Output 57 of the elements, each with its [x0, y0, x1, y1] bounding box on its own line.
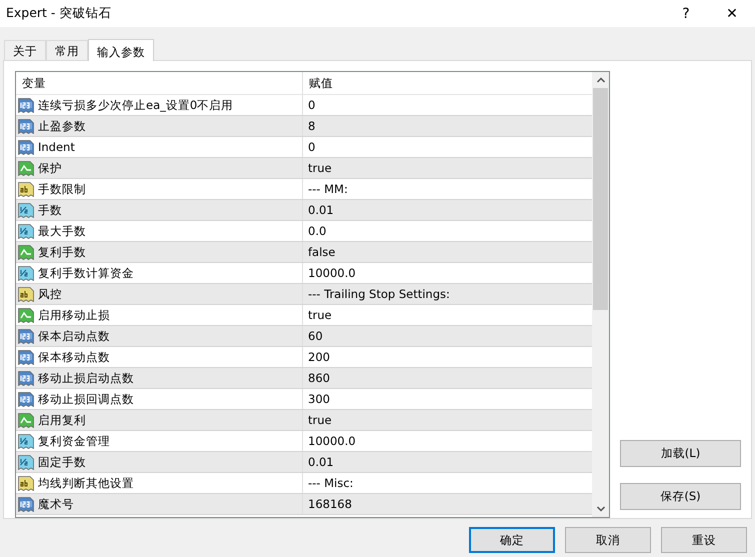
side-button[interactable]: 保存(S)	[620, 483, 741, 510]
parameter-name: 移动止损回调点数	[38, 392, 134, 406]
parameter-value[interactable]: true	[308, 413, 332, 427]
parameter-name: 连续亏损多少次停止ea_设置0不启用	[38, 98, 234, 112]
parameter-value[interactable]: 0	[308, 140, 316, 154]
parameter-value[interactable]: 0.01	[308, 455, 334, 469]
parameter-value[interactable]: --- Trailing Stop Settings:	[308, 287, 450, 301]
scrollbar[interactable]	[592, 72, 609, 517]
parameter-name: 复利资金管理	[38, 434, 110, 448]
dialog-button[interactable]: 取消	[565, 527, 651, 553]
scroll-up-icon[interactable]	[596, 76, 606, 84]
column-header[interactable]: 赋值	[303, 72, 592, 94]
parameter-name: 固定手数	[38, 454, 86, 470]
parameter-value[interactable]: false	[308, 245, 336, 259]
parameter-name: 保护	[38, 160, 62, 176]
parameter-name: 魔术号	[38, 496, 74, 512]
parameter-value[interactable]: 860	[308, 371, 330, 385]
parameter-name: 风控	[38, 286, 62, 302]
parameter-value[interactable]: 10000.0	[308, 266, 356, 280]
parameter-value[interactable]: 60	[308, 329, 323, 343]
parameter-name: 止盈参数	[38, 118, 86, 134]
parameter-value[interactable]: --- MM:	[308, 182, 348, 196]
scrollbar-thumb[interactable]	[593, 88, 608, 310]
parameter-name: 移动止损启动点数	[38, 370, 134, 386]
parameter-name: 保本移动点数	[38, 350, 110, 364]
column-header[interactable]: 变量	[16, 72, 303, 94]
parameter-value[interactable]: true	[308, 161, 332, 175]
parameter-value[interactable]: true	[308, 308, 332, 322]
parameter-name: 启用移动止损	[38, 308, 110, 322]
parameter-name: 保本启动点数	[38, 328, 110, 344]
parameter-value[interactable]: 10000.0	[308, 434, 356, 448]
parameter-value[interactable]: 0	[308, 98, 316, 112]
parameter-name: 复利手数	[38, 244, 86, 260]
dialog-button[interactable]: 确定	[469, 527, 555, 553]
parameter-name: 最大手数	[38, 224, 86, 238]
scroll-down-icon[interactable]	[596, 505, 606, 513]
tab[interactable]: 输入参数	[88, 39, 154, 61]
close-button[interactable]: ✕	[709, 6, 755, 22]
parameter-value[interactable]: 300	[308, 392, 330, 406]
parameter-name: 手数限制	[38, 182, 86, 196]
parameter-value[interactable]: 0.0	[308, 224, 326, 238]
help-button[interactable]: ?	[663, 6, 709, 22]
tab[interactable]: 关于	[4, 40, 46, 60]
parameter-value[interactable]: 168168	[308, 497, 352, 511]
parameter-value[interactable]: 200	[308, 350, 330, 364]
window-title: Expert - 突破钻石	[6, 5, 112, 22]
parameter-value[interactable]: 0.01	[308, 203, 334, 217]
parameter-name: 启用复利	[38, 412, 86, 428]
parameter-name: 均线判断其他设置	[38, 476, 134, 490]
tab[interactable]: 常用	[46, 40, 88, 60]
dialog-button[interactable]: 重设	[661, 527, 747, 553]
side-button[interactable]: 加载(L)	[620, 440, 741, 467]
parameter-name: 手数	[38, 202, 62, 218]
parameter-name: 复利手数计算资金	[38, 266, 134, 280]
parameter-value[interactable]: --- Misc:	[308, 476, 354, 490]
parameter-name: Indent	[38, 140, 75, 154]
parameter-value[interactable]: 8	[308, 119, 316, 133]
